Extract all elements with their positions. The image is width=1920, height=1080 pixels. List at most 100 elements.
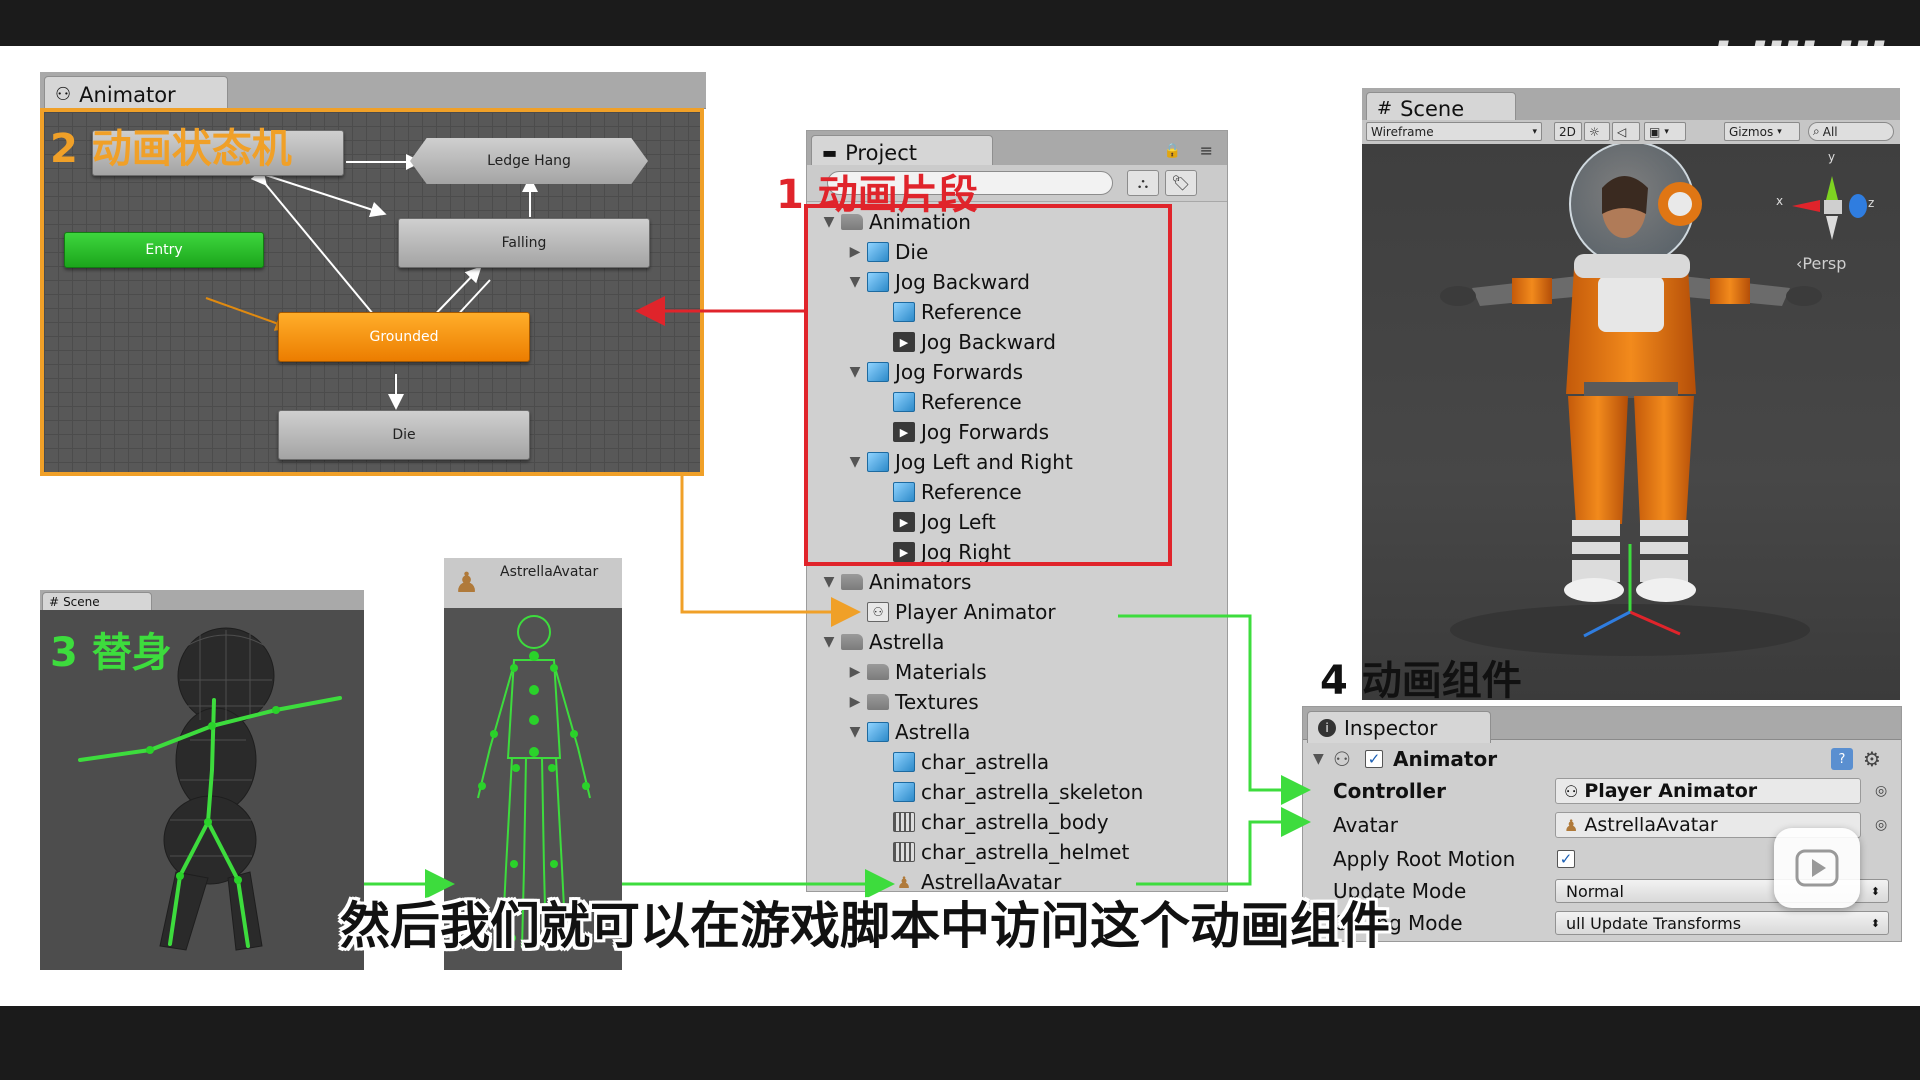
clips-label: 1 动画片段 (776, 172, 978, 218)
controller-value: Player Animator (1584, 780, 1758, 802)
state-machine-label: 2 动画状态机 (50, 126, 292, 172)
object-picker-icon[interactable]: ◎ (1875, 817, 1887, 833)
grid-icon: # (1377, 98, 1393, 119)
chevron-down-icon: ▾ (1532, 126, 1537, 137)
expand-right-icon[interactable]: ▶ (847, 694, 863, 710)
folder-icon (841, 574, 863, 590)
video-subtitle: 然后我们就可以在游戏脚本中访问这个动画组件 (340, 897, 1390, 955)
folder-icon (867, 664, 889, 680)
play-icon (1795, 849, 1839, 887)
gear-icon[interactable]: ⚙ (1863, 747, 1881, 771)
tree-item[interactable]: ▶ Materials (807, 657, 1227, 687)
inspector-tabstrip: i Inspector (1303, 707, 1901, 743)
avatar-icon: ♟ (454, 566, 480, 599)
controller-field[interactable]: ⚇ Player Animator (1555, 778, 1861, 804)
animator-component-icon: ⚇ (1333, 747, 1351, 771)
scene-toolbar: Wireframe ▾ 2D ☼ ◁ ▣ ▾ Gizmos ▾ ⌕ All (1362, 120, 1900, 145)
apply-root-motion-checkbox[interactable]: ✓ (1557, 850, 1575, 868)
state-grounded[interactable]: Grounded (278, 312, 530, 362)
projection-toggle[interactable]: ‹Persp (1796, 254, 1846, 273)
rig-viewport[interactable]: 3 替身 (40, 610, 364, 970)
lighting-toggle[interactable]: ☼ (1584, 122, 1610, 141)
effects-dropdown[interactable]: ▣ ▾ (1644, 122, 1686, 141)
tree-item[interactable]: char_astrella_skeleton (807, 777, 1227, 807)
prefab-icon (893, 782, 915, 802)
animator-state-graph[interactable]: Ledge Hang Falling Entry Grounded Die 2 … (40, 108, 704, 476)
help-icon[interactable]: ? (1831, 748, 1853, 770)
grid-icon: # (49, 594, 60, 609)
culling-mode-value: ull Update Transforms (1566, 913, 1742, 933)
component-name: Animator (1393, 747, 1498, 771)
tab-small-scene-label: Scene (63, 594, 100, 609)
avatar-value: AstrellaAvatar (1584, 814, 1718, 836)
folder-icon (841, 634, 863, 650)
tree-item[interactable]: char_astrella_body (807, 807, 1227, 837)
tab-animator[interactable]: ⚇ Animator (44, 76, 228, 112)
culling-mode-dropdown[interactable]: ull Update Transforms ⬍ (1555, 911, 1889, 935)
search-icon: ⌕ (1813, 124, 1820, 138)
scene-search-value: All (1822, 124, 1838, 139)
scene-viewport[interactable]: y x z ‹Persp (1362, 144, 1900, 700)
chevron-down-icon: ▾ (1777, 126, 1782, 137)
shading-mode-dropdown[interactable]: Wireframe ▾ (1366, 122, 1542, 141)
apply-root-motion-label: Apply Root Motion (1333, 847, 1516, 871)
mesh-icon (893, 812, 915, 832)
play-button[interactable] (1774, 828, 1860, 908)
tree-item[interactable]: char_astrella_helmet (807, 837, 1227, 867)
controller-row: Controller ⚇ Player Animator ◎ (1303, 775, 1901, 807)
dropdown-arrows-icon: ⬍ (1870, 884, 1880, 898)
avatar-mapping-header: ♟ AstrellaAvatar (444, 558, 622, 608)
expand-right-icon[interactable]: ▶ (847, 664, 863, 680)
avatar-mapping-title: AstrellaAvatar (500, 564, 599, 580)
lock-icon[interactable]: 🔒 (1164, 143, 1181, 159)
object-picker-icon[interactable]: ◎ (1875, 783, 1887, 799)
scene-search-input[interactable]: ⌕ All (1808, 122, 1894, 141)
tree-item[interactable]: ▼ Astrella (807, 627, 1227, 657)
orientation-gizmo[interactable]: y x z (1762, 150, 1875, 244)
tree-item[interactable]: ⚇ Player Animator (807, 597, 1227, 627)
tab-inspector[interactable]: i Inspector (1307, 711, 1491, 743)
tab-small-scene[interactable]: # Scene (42, 592, 152, 610)
state-falling[interactable]: Falling (398, 218, 650, 268)
tree-item[interactable]: ▼ Astrella (807, 717, 1227, 747)
folder-icon: ▬ (822, 143, 838, 162)
state-ledge-hang[interactable]: Ledge Hang (410, 138, 648, 184)
tree-item-label: Textures (895, 690, 979, 714)
controller-label: Controller (1333, 779, 1446, 803)
component-enabled-checkbox[interactable]: ✓ (1365, 750, 1383, 768)
project-tabstrip: ▬ Project 🔒 ≡ (807, 131, 1227, 169)
tab-project-label: Project (845, 140, 917, 165)
audio-toggle[interactable]: ◁ (1612, 122, 1640, 141)
menu-icon[interactable]: ≡ (1200, 141, 1213, 160)
state-entry[interactable]: Entry (64, 232, 264, 268)
tree-item-label: char_astrella_skeleton (921, 780, 1144, 804)
clips-highlight-box (804, 204, 1172, 566)
tree-item[interactable]: char_astrella (807, 747, 1227, 777)
filter-by-label-button[interactable]: 🏷 (1165, 170, 1197, 196)
bilibili-watermark: bilibili (1709, 32, 1884, 95)
info-icon: i (1318, 718, 1336, 737)
expand-down-icon[interactable]: ▼ (847, 724, 863, 740)
tab-scene-label: Scene (1400, 96, 1465, 121)
foldout-arrow-icon[interactable]: ▼ (1313, 751, 1324, 767)
component-header[interactable]: ▼ ⚇ ✓ Animator ? ⚙ (1303, 743, 1901, 775)
state-die[interactable]: Die (278, 410, 530, 460)
axis-x-label: x (1776, 194, 1784, 208)
tab-animator-label: Animator (79, 82, 176, 107)
axis-z-label: z (1868, 196, 1875, 210)
gizmos-dropdown[interactable]: Gizmos ▾ (1724, 122, 1800, 141)
tree-item-label: Player Animator (895, 600, 1056, 624)
filter-by-type-button[interactable]: ⛬ (1127, 170, 1159, 196)
scene-window: # Scene Wireframe ▾ 2D ☼ ◁ ▣ ▾ Gizmos ▾ ⌕ Al… (1362, 88, 1900, 700)
expand-down-icon[interactable]: ▼ (821, 634, 837, 650)
gizmos-label: Gizmos (1729, 124, 1774, 139)
avatar-scene-window: # Scene 3 替身 (40, 590, 364, 970)
component-label: 4 动画组件 (1320, 658, 1522, 704)
expand-down-icon[interactable]: ▼ (821, 574, 837, 590)
folder-icon (867, 694, 889, 710)
tree-item[interactable]: ▼ Animators (807, 567, 1227, 597)
tree-item[interactable]: ▶ Textures (807, 687, 1227, 717)
culling-mode-row: Culling Mode ull Update Transforms ⬍ (1303, 907, 1901, 939)
2d-toggle[interactable]: 2D (1554, 122, 1582, 141)
chevron-down-icon: ▾ (1664, 126, 1669, 137)
